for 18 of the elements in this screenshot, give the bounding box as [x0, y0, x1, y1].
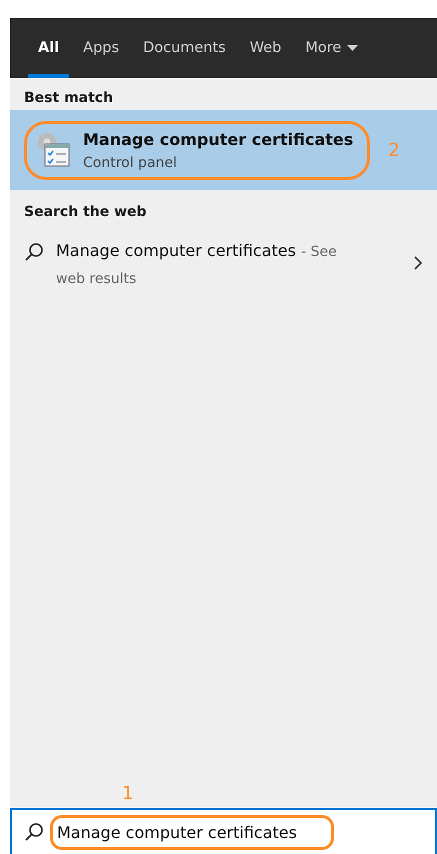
chevron-right-icon[interactable]: [414, 256, 423, 270]
section-heading: Best match: [23, 89, 114, 108]
tab[interactable]: Documents: [133, 18, 236, 78]
tab[interactable]: Web: [240, 18, 292, 78]
search-field[interactable]: Manage computer certificates: [50, 814, 334, 850]
result-subtitle: Control panel: [83, 154, 178, 170]
annotation-number: 2: [388, 140, 400, 160]
result-title: Manage computer certificates: [83, 130, 354, 148]
search-icon: [24, 242, 44, 262]
web-result-link[interactable]: Manage computer certificates - See web results: [56, 238, 402, 292]
section-heading: Search the web: [23, 203, 148, 222]
annotation-number: 1: [122, 783, 134, 804]
tab[interactable]: Apps: [73, 18, 130, 78]
tab[interactable]: More: [295, 18, 368, 78]
search-icon: [24, 822, 44, 842]
caret-icon: [347, 45, 358, 51]
tab[interactable]: All: [28, 18, 70, 78]
best-match-result[interactable]: Manage computer certificates Control panel 2: [10, 110, 437, 190]
